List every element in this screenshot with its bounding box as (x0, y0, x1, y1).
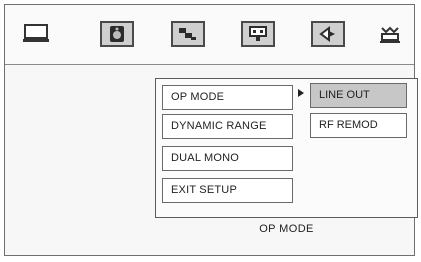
setup-icon (380, 26, 400, 43)
selection-arrow-icon (298, 89, 304, 97)
submenu-item-rf-remod[interactable]: RF REMOD (310, 113, 407, 138)
picture-icon (179, 28, 196, 40)
rating-icon (249, 26, 267, 41)
menu-item-op-mode[interactable]: OP MODE (162, 85, 293, 110)
tab-preference-setup[interactable] (241, 21, 275, 47)
tv-icon (23, 24, 49, 42)
menu-item-exit-setup[interactable]: EXIT SETUP (162, 178, 293, 203)
submenu-item-line-out[interactable]: LINE OUT (310, 83, 407, 108)
tab-tv-setup[interactable] (19, 21, 53, 47)
status-label: OP MODE (259, 223, 314, 235)
category-tab-bar (5, 5, 414, 65)
menu-item-dual-mono[interactable]: DUAL MONO (162, 146, 293, 171)
audio-icon (319, 26, 335, 42)
menu-item-dynamic-range[interactable]: DYNAMIC RANGE (162, 114, 293, 139)
tab-audio-setup[interactable] (100, 21, 134, 47)
tab-general-setup[interactable] (373, 21, 407, 47)
tab-video-setup[interactable] (171, 21, 205, 47)
speaker-box-icon (110, 26, 124, 42)
setup-menu-panel: OP MODE DYNAMIC RANGE DUAL MONO EXIT SET… (155, 78, 418, 218)
tab-speaker-setup[interactable] (311, 21, 345, 47)
setup-screen: OP MODE DYNAMIC RANGE DUAL MONO EXIT SET… (4, 4, 418, 256)
